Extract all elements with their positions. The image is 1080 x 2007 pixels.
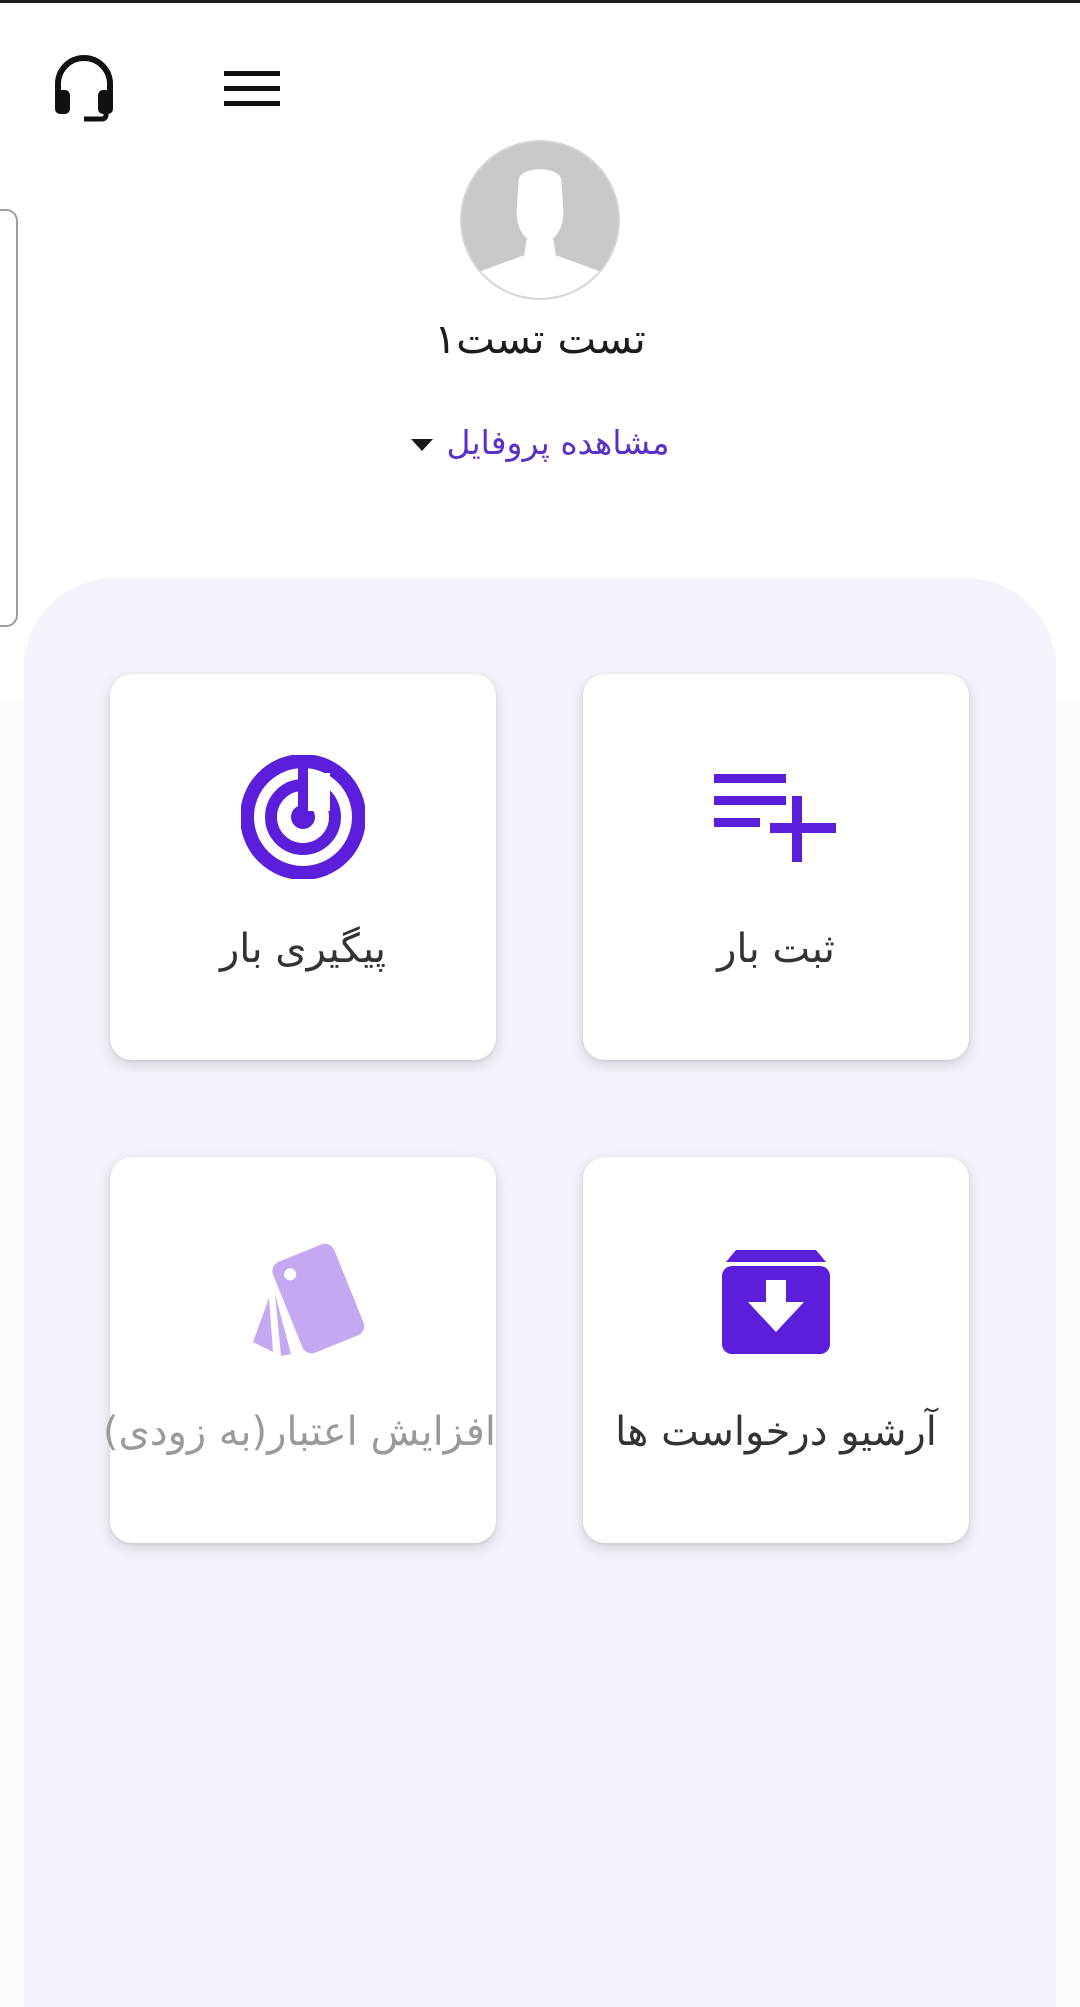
menu-button[interactable] [210,47,294,131]
avatar[interactable] [460,140,620,300]
track-load-card[interactable]: پیگیری بار [110,674,496,1060]
view-profile-link[interactable]: مشاهده پروفایل [290,423,790,462]
support-button[interactable] [42,45,126,129]
home-screen: تست تست۱ مشاهده پروفایل ثبت بار پیگیری ب… [0,0,1080,2007]
increase-credit-label: افزایش اعتبار(به زودی) [102,1409,496,1455]
register-load-card[interactable]: ثبت بار [583,674,969,1060]
radar-tracking-icon [238,752,368,882]
playlist-add-icon [711,752,841,882]
user-name: تست تست۱ [434,315,646,363]
increase-credit-card[interactable]: افزایش اعتبار(به زودی) [102,1157,496,1543]
view-profile-label: مشاهده پروفایل [446,423,670,462]
headset-icon [55,55,113,122]
side-drawer-handle[interactable] [0,209,18,627]
hamburger-menu-icon [224,71,280,106]
request-archive-label: آرشیو درخواست ها [615,1409,937,1455]
register-load-label: ثبت بار [717,926,835,972]
cards-icon [238,1235,368,1365]
track-load-label: پیگیری بار [219,926,387,972]
archive-download-icon [711,1235,841,1365]
request-archive-card[interactable]: آرشیو درخواست ها [583,1157,969,1543]
caret-down-icon [410,438,433,451]
user-silhouette-icon [471,169,609,298]
